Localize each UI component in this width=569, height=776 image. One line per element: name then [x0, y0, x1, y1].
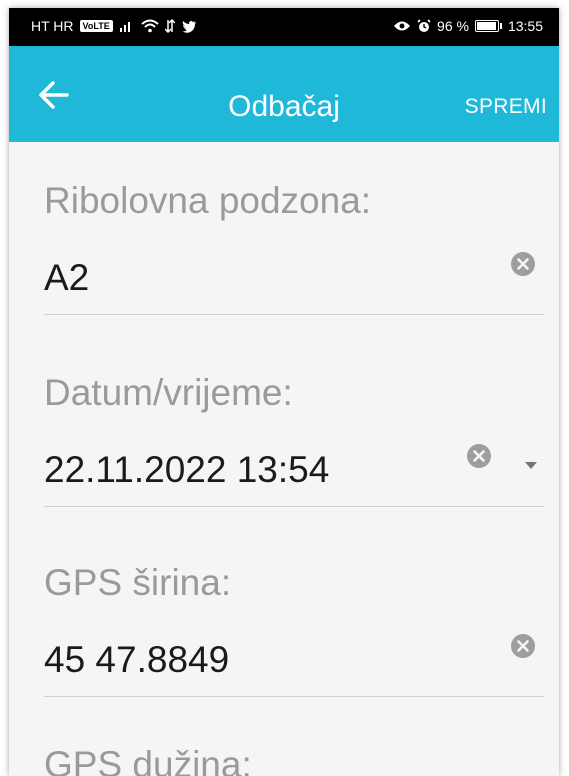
datetime-input[interactable]: 22.11.2022 13:54: [44, 449, 329, 491]
battery-icon: [474, 20, 499, 32]
app-bar: Odbačaj SPREMI: [9, 46, 559, 142]
clear-icon[interactable]: [467, 444, 491, 468]
fishing-subzone-input[interactable]: A2: [44, 257, 89, 299]
alarm-icon: [417, 19, 431, 32]
fishing-subzone-label: Ribolovna podzona:: [44, 180, 372, 221]
form: Ribolovna podzona: A2 Datum/vrijeme: 22.…: [9, 142, 559, 776]
battery-tip: [499, 23, 502, 29]
save-button[interactable]: SPREMI: [465, 95, 547, 119]
datetime-underline: [44, 506, 544, 507]
data-activity-icon: [164, 19, 175, 33]
clear-icon[interactable]: [511, 252, 535, 276]
phone-screen: HT HR VoLTE 96 % 13:55 Odbačaj SPREMI Ri…: [9, 8, 559, 776]
signal-icon: [119, 22, 130, 32]
clock: 13:55: [507, 18, 543, 34]
carrier-text: HT HR: [31, 18, 74, 34]
dropdown-arrow-icon[interactable]: [523, 460, 539, 470]
wifi-icon: [141, 19, 159, 33]
datetime-label: Datum/vrijeme:: [44, 372, 293, 413]
eye-icon: [394, 21, 411, 31]
battery-percent: 96 %: [437, 18, 469, 34]
status-bar-right: 96 % 13:55: [393, 18, 543, 34]
gps-longitude-label: GPS dužina:: [44, 744, 252, 776]
gps-latitude-underline: [44, 696, 544, 697]
volte-badge: VoLTE: [79, 20, 113, 32]
status-bar: HT HR VoLTE 96 % 13:55: [9, 8, 559, 46]
twitter-icon: [181, 20, 196, 33]
clear-icon[interactable]: [511, 634, 535, 658]
status-bar-left: HT HR VoLTE: [31, 18, 197, 34]
gps-latitude-label: GPS širina:: [44, 562, 232, 603]
gps-latitude-input[interactable]: 45 47.8849: [44, 639, 229, 681]
fishing-subzone-underline: [44, 314, 544, 315]
